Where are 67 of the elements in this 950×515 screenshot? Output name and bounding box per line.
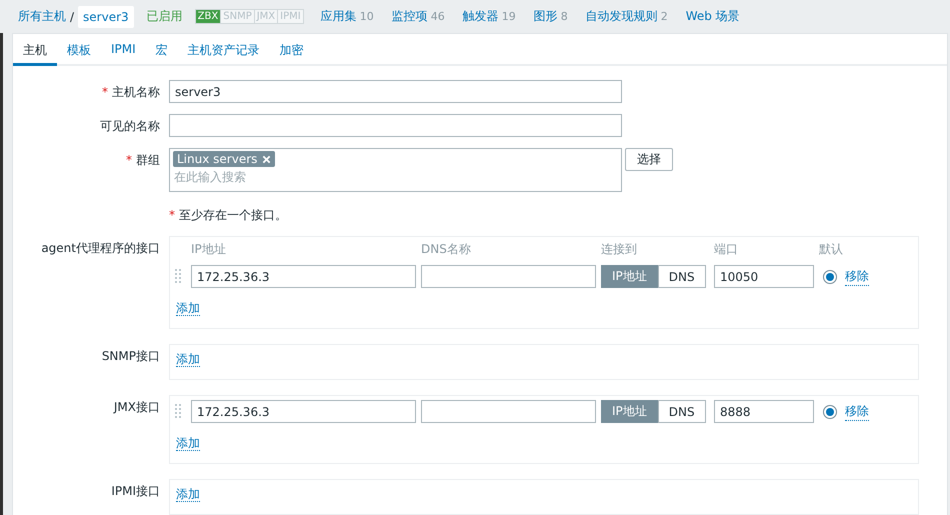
nav-link[interactable]: 图形 <box>534 8 558 25</box>
count-label: 2 <box>660 10 668 23</box>
connect-toggle[interactable]: DNS <box>658 265 706 288</box>
interface-label: IPMI接口 <box>111 484 160 498</box>
required-mark: * <box>102 85 108 99</box>
tab[interactable]: 主机 <box>13 34 57 66</box>
field-label: 主机名称 <box>112 85 160 99</box>
status-label: 已启用 <box>146 8 183 25</box>
host-name-field[interactable]: server3 <box>169 80 622 103</box>
field-label: 可见的名称 <box>100 119 160 133</box>
visible-name-field[interactable] <box>169 114 622 137</box>
availability-badge: IPMI <box>277 10 303 23</box>
column-header: 默认 <box>819 241 844 258</box>
add-link[interactable]: 添加 <box>176 436 200 451</box>
host-name-crumb: server3 <box>78 6 134 28</box>
nav-link[interactable]: 监控项 <box>392 8 428 25</box>
interface-label: JMX接口 <box>114 400 160 414</box>
nav-link[interactable]: Web 场景 <box>686 8 740 25</box>
connect-toggle[interactable]: IP地址 <box>601 265 658 288</box>
count-label: 19 <box>502 10 516 23</box>
nav-link[interactable]: 触发器 <box>462 8 499 25</box>
availability-badge: SNMP <box>220 10 254 23</box>
connect-toggle[interactable]: DNS <box>658 400 706 423</box>
drag-handle-icon[interactable] <box>174 402 182 420</box>
availability-badge: JMX <box>254 10 278 23</box>
remove-link[interactable]: 移除 <box>845 402 869 420</box>
groups-field[interactable]: Linux servers 在此输入搜索 <box>169 148 622 192</box>
add-link[interactable]: 添加 <box>176 487 200 502</box>
required-mark: * <box>169 208 175 222</box>
tag-label: Linux servers <box>177 152 258 166</box>
default-radio[interactable] <box>823 404 837 418</box>
close-icon[interactable] <box>262 154 272 164</box>
required-mark: * <box>126 153 132 167</box>
drag-handle-icon[interactable] <box>174 268 182 286</box>
remove-link[interactable]: 移除 <box>845 268 869 286</box>
field-label: 群组 <box>136 153 160 167</box>
port-field[interactable]: 8888 <box>714 400 814 423</box>
interface-label: SNMP接口 <box>102 349 160 363</box>
nav-link[interactable]: 应用集 <box>320 8 357 25</box>
tab[interactable]: 主机资产记录 <box>178 34 270 64</box>
breadcrumb-separator: / <box>70 10 74 24</box>
default-radio[interactable] <box>823 270 837 284</box>
ip-field[interactable]: 172.25.36.3 <box>191 265 416 288</box>
all-hosts-link[interactable]: 所有主机 <box>18 8 66 25</box>
count-label: 8 <box>560 10 568 23</box>
tab[interactable]: 宏 <box>146 34 178 64</box>
dns-field[interactable] <box>421 265 596 288</box>
count-label: 46 <box>430 10 445 23</box>
port-field[interactable]: 10050 <box>714 265 814 288</box>
connect-toggle[interactable]: IP地址 <box>601 400 658 423</box>
column-header: DNS名称 <box>421 241 472 258</box>
nav-link[interactable]: 自动发现规则 <box>586 8 658 25</box>
count-label: 10 <box>360 10 374 23</box>
add-link[interactable]: 添加 <box>176 301 200 316</box>
ip-field[interactable]: 172.25.36.3 <box>191 400 416 423</box>
dns-field[interactable] <box>421 400 596 423</box>
tab[interactable]: 加密 <box>270 34 314 64</box>
note-text: 至少存在一个接口。 <box>179 208 287 222</box>
column-header: 端口 <box>714 241 739 258</box>
availability-badge: ZBX <box>196 10 220 23</box>
column-header: IP地址 <box>191 241 227 258</box>
add-link[interactable]: 添加 <box>176 352 200 367</box>
select-button[interactable]: 选择 <box>625 148 673 171</box>
column-header: 连接到 <box>601 241 638 258</box>
interface-label: agent代理程序的接口 <box>41 241 160 255</box>
tab[interactable]: 模板 <box>57 34 101 64</box>
tab[interactable]: IPMI <box>101 34 146 64</box>
